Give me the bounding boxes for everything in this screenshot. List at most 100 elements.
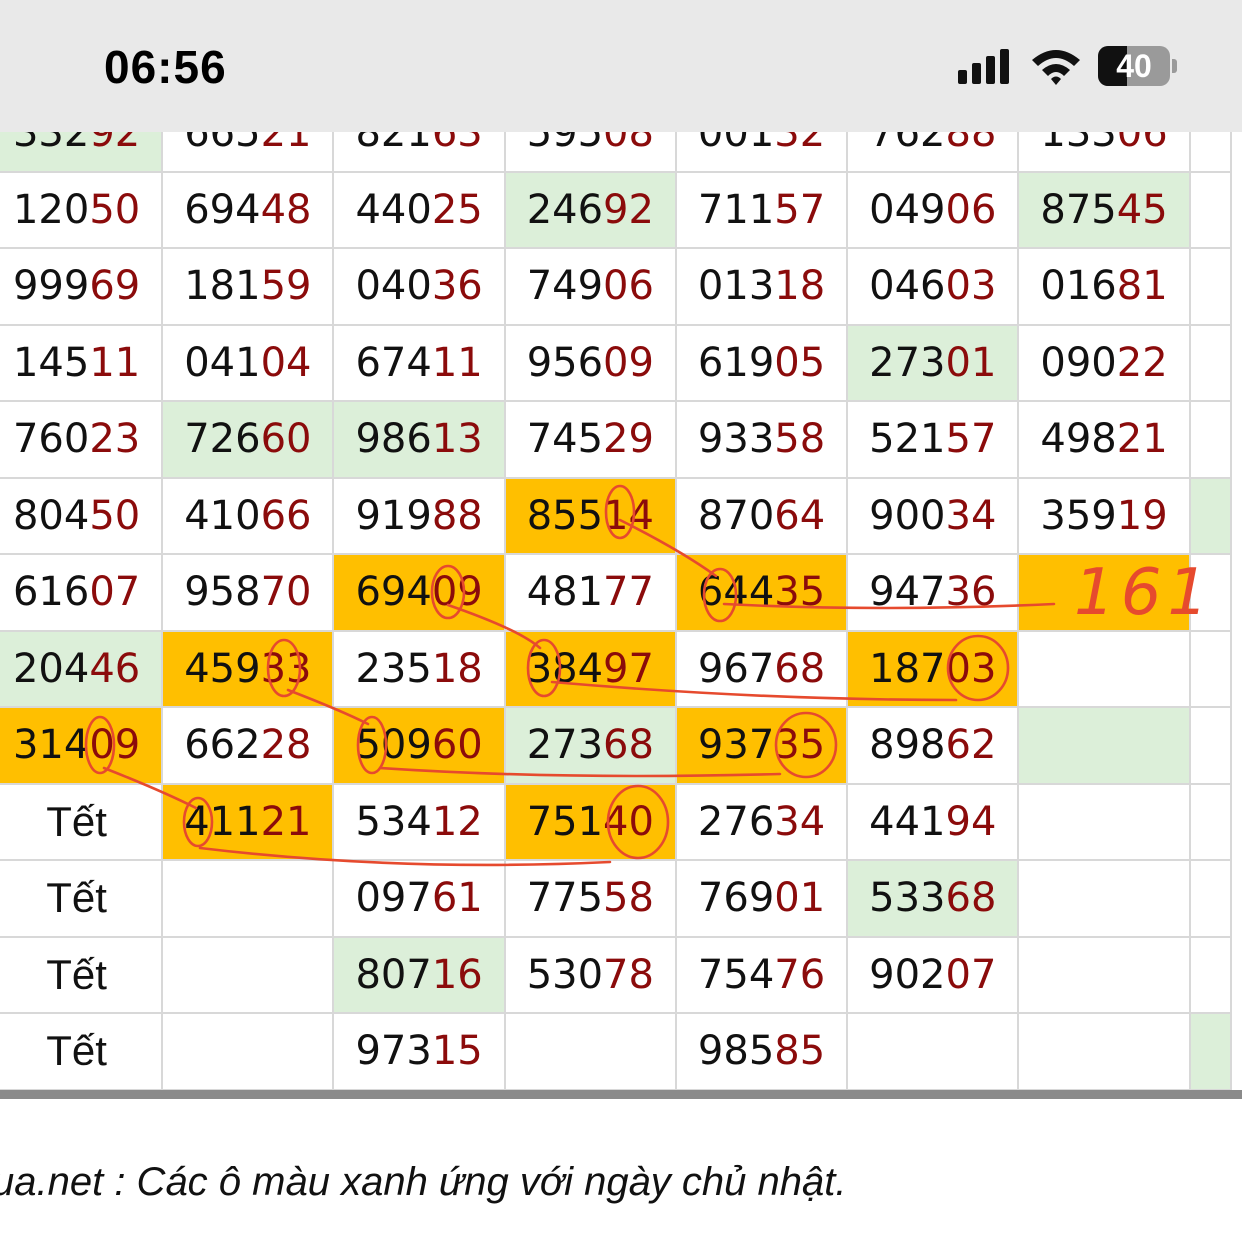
table-cell: 66228 bbox=[161, 706, 335, 785]
table-cell bbox=[1188, 476, 1233, 555]
cell-text: Tết bbox=[46, 950, 107, 998]
cell-prefix: 013 bbox=[697, 263, 775, 310]
cell-prefix: 235 bbox=[355, 645, 432, 692]
table-cell: 04104 bbox=[161, 323, 335, 402]
table-row: 31409 66228 50960 27368 93735 89862 bbox=[0, 706, 1233, 785]
table-cell: 44025 bbox=[332, 170, 506, 249]
results-table-container[interactable]: 33292 66521 82163 59508 00132 76288 13306 12050… bbox=[0, 94, 1242, 1094]
table-cell bbox=[1188, 706, 1233, 785]
cell-prefix: 411 bbox=[184, 798, 261, 845]
table-cell: 49821 bbox=[1017, 400, 1191, 479]
cell-prefix: 273 bbox=[869, 339, 946, 386]
wifi-icon bbox=[1032, 50, 1080, 85]
table-cell: 85514 bbox=[503, 476, 677, 555]
table-row: 76023 72660 98613 74529 93358 52157 49821 bbox=[0, 400, 1233, 479]
battery-percent: 40 bbox=[1116, 48, 1152, 84]
table-cell: 04906 bbox=[846, 170, 1020, 249]
table-cell: Tết bbox=[0, 782, 164, 861]
table-cell: 18703 bbox=[846, 629, 1020, 708]
cell-last-two-digits: 01 bbox=[774, 875, 826, 922]
cell-prefix: 662 bbox=[184, 722, 261, 769]
table-cell bbox=[1188, 170, 1233, 249]
table-cell: 20446 bbox=[0, 629, 164, 708]
cell-last-two-digits: 11 bbox=[431, 339, 483, 386]
cell-prefix: 855 bbox=[526, 492, 604, 539]
cell-last-two-digits: 01 bbox=[945, 339, 997, 386]
cell-last-two-digits: 28 bbox=[260, 722, 312, 769]
cell-prefix: 440 bbox=[355, 186, 432, 233]
table-cell: 99969 bbox=[0, 247, 164, 326]
table-cell: 76901 bbox=[674, 859, 849, 938]
cell-prefix: 902 bbox=[869, 951, 946, 998]
cell-last-two-digits: 50 bbox=[89, 492, 141, 539]
table-cell bbox=[1188, 782, 1233, 861]
cell-prefix: 999 bbox=[12, 263, 90, 310]
table-cell bbox=[1188, 247, 1233, 326]
table-cell bbox=[1017, 629, 1191, 708]
cell-prefix: 187 bbox=[869, 645, 946, 692]
cell-last-two-digits: 19 bbox=[1116, 492, 1168, 539]
cell-last-two-digits: 81 bbox=[1116, 263, 1168, 310]
table-cell bbox=[1017, 1012, 1191, 1091]
table-cell bbox=[161, 1012, 335, 1091]
table-cell: 14511 bbox=[0, 323, 164, 402]
cell-prefix: 498 bbox=[1040, 416, 1117, 463]
cell-last-two-digits: 11 bbox=[89, 339, 141, 386]
cell-prefix: 090 bbox=[1040, 339, 1117, 386]
cell-last-two-digits: 12 bbox=[431, 798, 483, 845]
table-cell bbox=[161, 859, 335, 938]
cell-last-two-digits: 35 bbox=[774, 722, 826, 769]
table-cell: 96768 bbox=[674, 629, 849, 708]
table-cell: 75140 bbox=[503, 782, 677, 861]
table-cell: Tết bbox=[0, 1012, 164, 1091]
table-cell: 53078 bbox=[503, 935, 677, 1014]
table-row: 99969 18159 04036 74906 01318 04603 01681 bbox=[0, 247, 1233, 326]
cell-last-two-digits: 40 bbox=[603, 798, 654, 845]
cell-last-two-digits: 09 bbox=[431, 569, 483, 616]
cell-last-two-digits: 09 bbox=[89, 722, 141, 769]
table-cell: 04036 bbox=[332, 247, 506, 326]
cell-text: Tết bbox=[46, 1027, 107, 1075]
cell-prefix: 694 bbox=[184, 186, 261, 233]
cell-last-two-digits: 23 bbox=[89, 416, 141, 463]
cell-last-two-digits: 61 bbox=[431, 875, 483, 922]
table-cell: 72660 bbox=[161, 400, 335, 479]
table-cell: 41066 bbox=[161, 476, 335, 555]
cell-prefix: 616 bbox=[12, 569, 90, 616]
table-row: 61607 95870 69409 48177 64435 94736 bbox=[0, 553, 1233, 632]
table-cell: 23518 bbox=[332, 629, 506, 708]
cell-last-two-digits: 18 bbox=[774, 263, 826, 310]
cell-last-two-digits: 36 bbox=[431, 263, 483, 310]
table-cell: 27368 bbox=[503, 706, 677, 785]
table-cell bbox=[503, 1012, 677, 1091]
cell-last-two-digits: 66 bbox=[260, 492, 312, 539]
cell-prefix: 775 bbox=[526, 875, 604, 922]
cell-last-two-digits: 48 bbox=[260, 186, 312, 233]
table-row: 12050 69448 44025 24692 71157 04906 87545 bbox=[0, 170, 1233, 249]
table-cell: 87545 bbox=[1017, 170, 1191, 249]
cell-last-two-digits: 59 bbox=[260, 263, 312, 310]
cell-prefix: 900 bbox=[869, 492, 946, 539]
cell-last-two-digits: 13 bbox=[431, 416, 483, 463]
table-cell: 53368 bbox=[846, 859, 1020, 938]
cell-last-two-digits: 07 bbox=[945, 951, 997, 998]
cell-last-two-digits: 06 bbox=[945, 186, 997, 233]
cell-prefix: 751 bbox=[526, 798, 604, 845]
table-cell: 01318 bbox=[674, 247, 849, 326]
table-cell: 18159 bbox=[161, 247, 335, 326]
table-bottom-rule bbox=[0, 1090, 1242, 1099]
table-cell: 94736 bbox=[846, 553, 1020, 632]
cell-prefix: 204 bbox=[12, 645, 90, 692]
cell-prefix: 359 bbox=[1040, 492, 1117, 539]
battery-icon: 40 bbox=[1098, 46, 1178, 86]
cell-last-two-digits: 57 bbox=[945, 416, 997, 463]
cell-last-two-digits: 18 bbox=[431, 645, 483, 692]
cell-prefix: 749 bbox=[526, 263, 604, 310]
table-cell: 61905 bbox=[674, 323, 849, 402]
table-row: Tết 80716 53078 75476 90207 bbox=[0, 935, 1233, 1014]
cell-prefix: 807 bbox=[355, 951, 432, 998]
cell-prefix: 933 bbox=[697, 416, 775, 463]
table-cell: 90034 bbox=[846, 476, 1020, 555]
cell-prefix: 041 bbox=[184, 339, 261, 386]
cell-last-two-digits: 58 bbox=[603, 875, 654, 922]
